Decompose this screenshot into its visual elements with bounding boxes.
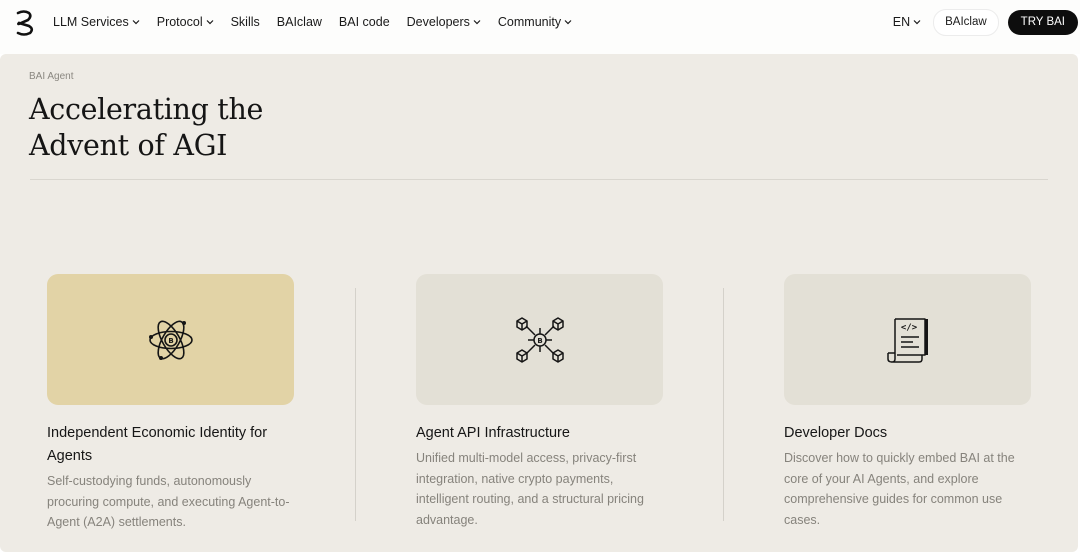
chevron-down-icon <box>473 20 481 25</box>
card-title: Developer Docs <box>784 425 888 441</box>
nav-label: BAIclaw <box>276 15 322 29</box>
language-label: EN <box>892 15 911 29</box>
chevron-down-icon <box>913 20 921 25</box>
breadcrumb: BAI Agent <box>29 71 74 82</box>
svg-text:B: B <box>168 337 173 345</box>
baiclaw-button[interactable]: BAIclaw <box>933 8 999 36</box>
nav-label: Protocol <box>156 15 203 29</box>
card-tile: B <box>416 274 663 405</box>
atom-icon: B <box>148 320 193 360</box>
nav-bai-code[interactable]: BAI code <box>339 15 390 29</box>
bai-logo-icon[interactable] <box>13 9 37 37</box>
language-selector[interactable]: EN <box>893 15 921 29</box>
page-title-line-2: Advent of AGI <box>29 129 228 162</box>
nav-links: LLM Services Protocol Skills BAIclaw BAI… <box>53 0 589 44</box>
chevron-down-icon <box>132 20 140 25</box>
top-navbar: LLM Services Protocol Skills BAIclaw BAI… <box>0 0 1080 54</box>
svg-text:</>: </> <box>900 323 917 333</box>
nav-baiclaw[interactable]: BAIclaw <box>277 15 322 29</box>
nav-label: LLM Services <box>53 15 129 29</box>
nav-protocol[interactable]: Protocol <box>157 15 214 29</box>
card-title: Independent Economic Identity for Agents <box>47 425 268 464</box>
chevron-down-icon <box>564 20 572 25</box>
nav-community[interactable]: Community <box>498 15 572 29</box>
nav-developers[interactable]: Developers <box>407 15 481 29</box>
nav-label: Community <box>497 15 562 29</box>
card-title: Agent API Infrastructure <box>416 425 570 441</box>
card-separator <box>723 288 724 521</box>
section-divider <box>30 179 1048 180</box>
page-title-line-1: Accelerating the <box>29 93 264 126</box>
nav-llm-services[interactable]: LLM Services <box>53 15 140 29</box>
card-developer-docs[interactable]: </> Developer Docs Discover how to quick… <box>784 274 1032 530</box>
card-economic-identity[interactable]: B Independent Economic Identity for Agen… <box>47 274 295 533</box>
card-tile: </> <box>784 274 1031 405</box>
card-description: Self-custodying funds, autonomously proc… <box>47 474 290 529</box>
card-description: Discover how to quickly embed BAI at the… <box>784 451 1015 527</box>
chevron-down-icon <box>206 20 214 25</box>
card-separator <box>355 288 356 521</box>
page-title: Accelerating the Advent of AGI <box>29 92 429 164</box>
card-description: Unified multi-model access, privacy-firs… <box>416 451 644 527</box>
nav-label: Developers <box>406 15 470 29</box>
nav-label: Skills <box>230 15 260 29</box>
try-bai-button[interactable]: TRY BAI <box>1007 9 1078 35</box>
card-agent-api[interactable]: B Agent API Infrastructure Unified multi… <box>416 274 664 530</box>
svg-text:B: B <box>537 337 542 345</box>
nav-label: BAI code <box>338 15 390 29</box>
main-section: BAI Agent Accelerating the Advent of AGI… <box>0 54 1078 552</box>
nav-actions: EN BAIclaw TRY BAI <box>893 0 1080 44</box>
network-cubes-icon: B <box>515 316 564 363</box>
card-tile: B <box>47 274 294 405</box>
code-document-icon: </> <box>886 317 928 363</box>
nav-skills[interactable]: Skills <box>231 15 260 29</box>
